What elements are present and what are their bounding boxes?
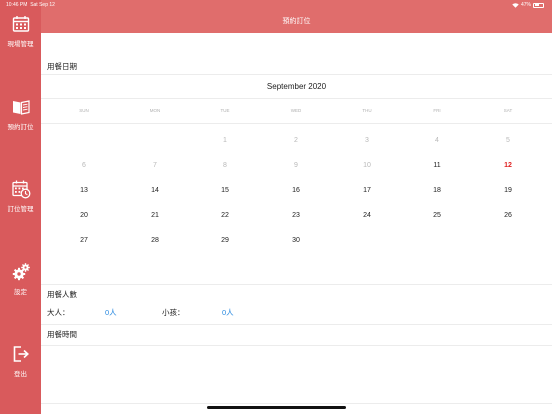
sidebar-item-label: 訂位管理 [7,206,34,213]
calendar-day[interactable]: 12 [496,162,520,169]
calendar-day: 6 [82,162,86,169]
weekday-label: WED [290,108,302,113]
battery-percent: 47% [520,2,531,8]
sidebar-item-onsite-management[interactable]: 現場管理 [0,14,41,64]
calendar-day[interactable]: 23 [284,212,308,219]
dining-time-title: 用餐時間 [47,330,77,339]
calendar-day[interactable]: 24 [355,212,379,219]
calendar-day[interactable]: 29 [213,237,237,244]
calendar-day[interactable]: 26 [496,212,520,219]
sidebar-item-logout[interactable]: 登出 [0,344,41,394]
status-right: 47% [512,2,544,8]
calendar-day[interactable]: 21 [143,212,167,219]
calendar-day[interactable]: 13 [72,187,96,194]
calendar-day[interactable]: 11 [425,162,449,169]
status-time: 10:46 PM Sat Sep 12 [6,2,55,8]
calendar-day[interactable]: 22 [213,212,237,219]
weekday-label: SAT [503,108,513,113]
sidebar-item-label: 設定 [14,289,27,296]
adult-label: 大人： [47,308,70,317]
child-count-value[interactable]: 0人 [222,307,234,318]
sidebar-item-settings[interactable]: 設定 [0,262,41,312]
sidebar-item-label: 登出 [14,371,27,378]
sidebar-item-reservation[interactable]: 預約訂位 [0,97,41,147]
calendar-day[interactable]: 18 [425,187,449,194]
calendar-day: 4 [435,137,439,144]
calendar-day[interactable]: 14 [143,187,167,194]
adult-count-value[interactable]: 0人 [105,307,117,318]
calendar-clock-icon [11,180,30,199]
weekday-label: FRI [433,108,441,113]
battery-icon [533,2,544,8]
divider [41,74,552,75]
divider [41,123,552,124]
calendar-day: 8 [223,162,227,169]
page-title: 預約訂位 [282,18,311,25]
calendar-day[interactable]: 19 [496,187,520,194]
calendar-day: 7 [153,162,157,169]
divider [41,324,552,325]
calendar-day[interactable]: 20 [72,212,96,219]
open-book-icon [12,100,30,115]
weekday-label: SUN [79,108,89,113]
calendar-day: 3 [365,137,369,144]
wifi-icon [512,2,519,8]
calendar-day: 9 [294,162,298,169]
app-root: 現場管理 預約訂位 訂位管理 設定 登出 預約訂位 10:46 PM Sat S… [0,0,552,414]
sidebar-item-label: 現場管理 [7,41,34,48]
divider [41,284,552,285]
weekday-label: TUE [220,108,230,113]
divider [41,403,552,404]
weekday-label: THU [362,108,372,113]
dining-date-title: 用餐日期 [47,62,77,71]
sidebar-item-label: 預約訂位 [7,124,34,131]
calendar-day: 2 [294,137,298,144]
weekday-label: MON [149,108,161,113]
calendar-day[interactable]: 17 [355,187,379,194]
status-date-text: Sat Sep 12 [30,2,55,8]
battery-fill [534,4,539,6]
status-bar: 10:46 PM Sat Sep 12 47% [0,0,552,10]
logout-icon [13,346,29,362]
calendar-day: 10 [363,162,371,169]
home-indicator [207,406,346,409]
sidebar: 現場管理 預約訂位 訂位管理 設定 登出 [0,0,41,414]
calendar-day[interactable]: 30 [284,237,308,244]
calendar-day[interactable]: 28 [143,237,167,244]
status-time-text: 10:46 PM [6,2,28,8]
child-label: 小孩： [162,308,185,317]
gears-icon [12,263,30,281]
calendar-day: 1 [223,137,227,144]
calendar-day: 5 [506,137,510,144]
calendar-day[interactable]: 15 [213,187,237,194]
party-size-title: 用餐人數 [47,290,77,299]
calendar-day[interactable]: 27 [72,237,96,244]
divider [41,345,552,346]
divider [41,98,552,99]
calendar-grid-icon [12,16,29,32]
sidebar-item-reservation-management[interactable]: 訂位管理 [0,179,41,229]
calendar-day[interactable]: 25 [425,212,449,219]
calendar-month-title: September 2020 [266,82,327,91]
calendar-day[interactable]: 16 [284,187,308,194]
